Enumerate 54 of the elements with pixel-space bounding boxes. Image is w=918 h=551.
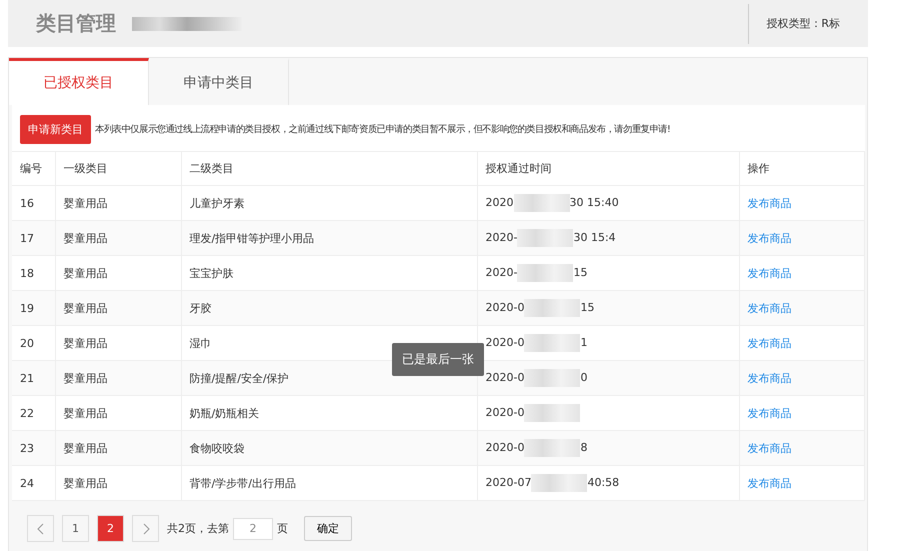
tab[interactable]: 已授权类目 (9, 58, 149, 105)
redaction-mark (524, 404, 580, 422)
time-text: 2020-0 (486, 441, 524, 454)
time-text: 2020- (486, 231, 518, 244)
time-text: 30 15:4 (573, 231, 616, 244)
redaction-mark (531, 474, 588, 492)
redaction-mark (517, 264, 574, 282)
time-text: 15 (580, 301, 594, 314)
auth-type-label: 授权类型：R标 (766, 16, 840, 31)
page-input[interactable]: 2 (233, 518, 273, 540)
time-text: 2020-07 (486, 476, 532, 490)
publish-link[interactable]: 发布商品 (748, 406, 792, 420)
time-text: 2020-0 (486, 406, 524, 420)
redaction-mark (514, 194, 570, 212)
notice-text: 本列表中仅展示您通过线上流程申请的类目授权，之前通过线下邮寄资质已申请的类目暂不展示，但不影响您的类目授权和商品发布，请勿重复申请! (95, 123, 671, 136)
time-text: 8 (580, 441, 588, 454)
redaction-mark (524, 369, 580, 387)
publish-link[interactable]: 发布商品 (748, 476, 792, 490)
redaction-mark (524, 334, 580, 352)
publish-link[interactable]: 发布商品 (748, 442, 792, 454)
table-cell: 背带/学步带/出行用品 (181, 466, 477, 500)
time-text: 2020-0 (486, 371, 524, 384)
toast-message: 已是最后一张 (392, 343, 484, 376)
chevron-right-icon (142, 522, 150, 534)
next-page-button[interactable] (132, 515, 159, 542)
redaction-mark (524, 299, 580, 317)
page-button[interactable]: 1 (62, 515, 89, 542)
publish-link[interactable]: 发布商品 (748, 266, 792, 280)
publish-link[interactable]: 发布商品 (748, 336, 792, 350)
table-cell: 24 (12, 466, 55, 500)
chevron-left-icon (36, 522, 44, 534)
time-text: 40:58 (587, 476, 620, 490)
confirm-button[interactable]: 确定 (304, 516, 352, 541)
redaction-mark (524, 439, 580, 457)
time-text: 1 (580, 336, 588, 350)
time-text: 0 (580, 371, 588, 384)
time-text: 15 (573, 266, 588, 280)
publish-link[interactable]: 发布商品 (748, 302, 792, 314)
apply-category-button[interactable]: 申请新类目 (20, 115, 91, 144)
time-text: 2020-0 (486, 336, 524, 350)
redaction-mark (517, 229, 574, 247)
page-title: 类目管理 (36, 10, 116, 37)
publish-link[interactable]: 发布商品 (748, 196, 792, 210)
page-button[interactable]: 2 (97, 515, 124, 542)
publish-link[interactable]: 发布商品 (748, 232, 792, 244)
publish-link[interactable]: 发布商品 (748, 372, 792, 384)
page-unit-text: 页 (277, 521, 288, 536)
time-text: 2020 (486, 196, 514, 210)
page-total-text: 共2页，去第 (167, 521, 229, 536)
prev-page-button[interactable] (27, 515, 54, 542)
table-cell: 婴童用品 (55, 466, 181, 500)
time-text: 2020- (486, 266, 518, 280)
time-text: 30 15:40 (570, 196, 619, 210)
time-text: 2020-0 (486, 301, 524, 314)
